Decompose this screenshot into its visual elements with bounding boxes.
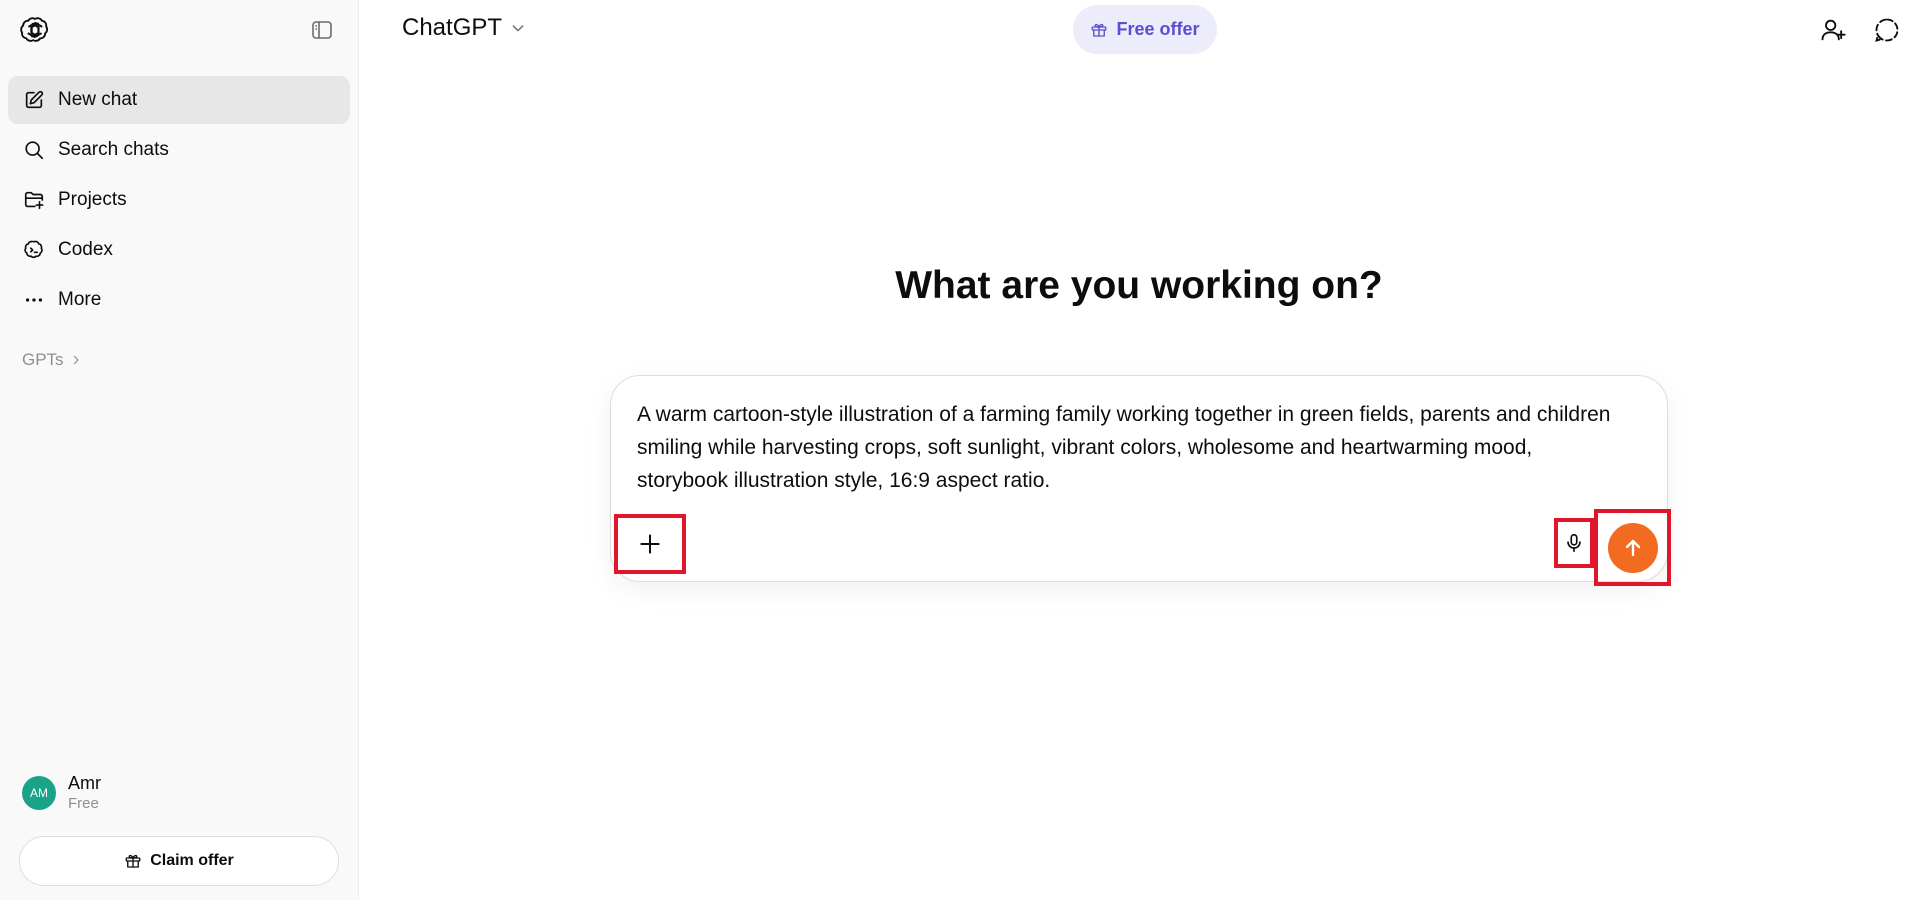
sidebar-item-search-chats[interactable]: Search chats [8, 126, 350, 174]
sidebar-item-new-chat[interactable]: New chat [8, 76, 350, 124]
microphone-icon [1567, 533, 1581, 553]
arrow-up-icon [1625, 539, 1640, 556]
sidebar-item-projects[interactable]: Projects [8, 176, 350, 224]
sidebar-item-codex[interactable]: Codex [8, 226, 350, 274]
model-selector[interactable]: ChatGPT [402, 14, 526, 42]
prompt-input[interactable]: A warm cartoon-style illustration of a f… [637, 398, 1627, 497]
header-actions [1819, 16, 1901, 44]
sidebar-item-label: Projects [58, 189, 127, 210]
free-offer-button[interactable]: Free offer [1073, 5, 1217, 54]
send-button[interactable] [1607, 522, 1658, 573]
claim-offer-button[interactable]: Claim offer [19, 836, 339, 886]
sidebar-nav: New chat Search chats Projects Codex Mor… [8, 76, 350, 326]
sidebar-item-label: Codex [58, 239, 113, 260]
main-area: ChatGPT Free offer What are you working … [359, 0, 1919, 900]
user-name: Amr [68, 773, 101, 793]
plus-icon [640, 534, 660, 554]
sidebar-toggle-icon[interactable] [310, 18, 334, 42]
page-title: What are you working on? [895, 264, 1383, 307]
gpts-section-toggle[interactable]: GPTs [22, 350, 82, 370]
prompt-composer: A warm cartoon-style illustration of a f… [610, 375, 1671, 586]
folder-plus-icon [22, 188, 46, 212]
temporary-chat-icon[interactable] [1873, 16, 1901, 44]
sidebar-item-label: Search chats [58, 139, 169, 160]
user-profile[interactable]: AM Amr Free [22, 772, 101, 814]
gift-icon [1092, 23, 1107, 37]
search-icon [22, 138, 46, 162]
gpts-label: GPTs [22, 350, 64, 369]
chevron-down-icon [512, 25, 524, 32]
gift-icon [125, 854, 141, 868]
user-info: Amr Free [68, 772, 101, 814]
chevron-right-icon [73, 355, 79, 365]
avatar: AM [22, 776, 56, 810]
sidebar-item-label: New chat [58, 89, 138, 110]
sidebar-header [0, 0, 358, 56]
add-person-icon[interactable] [1819, 16, 1847, 44]
user-plan: Free [68, 795, 99, 812]
claim-offer-label: Claim offer [150, 852, 234, 869]
dictate-button[interactable] [1554, 518, 1594, 568]
free-offer-label: Free offer [1116, 19, 1200, 39]
openai-logo-icon[interactable] [20, 15, 50, 45]
sidebar-item-more[interactable]: More [8, 276, 350, 324]
add-attachment-button[interactable] [614, 514, 686, 574]
send-button-highlight [1594, 509, 1671, 586]
more-dots-icon [22, 288, 46, 312]
sidebar: New chat Search chats Projects Codex Mor… [0, 0, 359, 900]
sidebar-item-label: More [58, 289, 102, 310]
edit-icon [22, 88, 46, 112]
codex-icon [22, 238, 46, 262]
app-root: New chat Search chats Projects Codex Mor… [0, 0, 1919, 900]
model-label: ChatGPT [402, 14, 503, 41]
